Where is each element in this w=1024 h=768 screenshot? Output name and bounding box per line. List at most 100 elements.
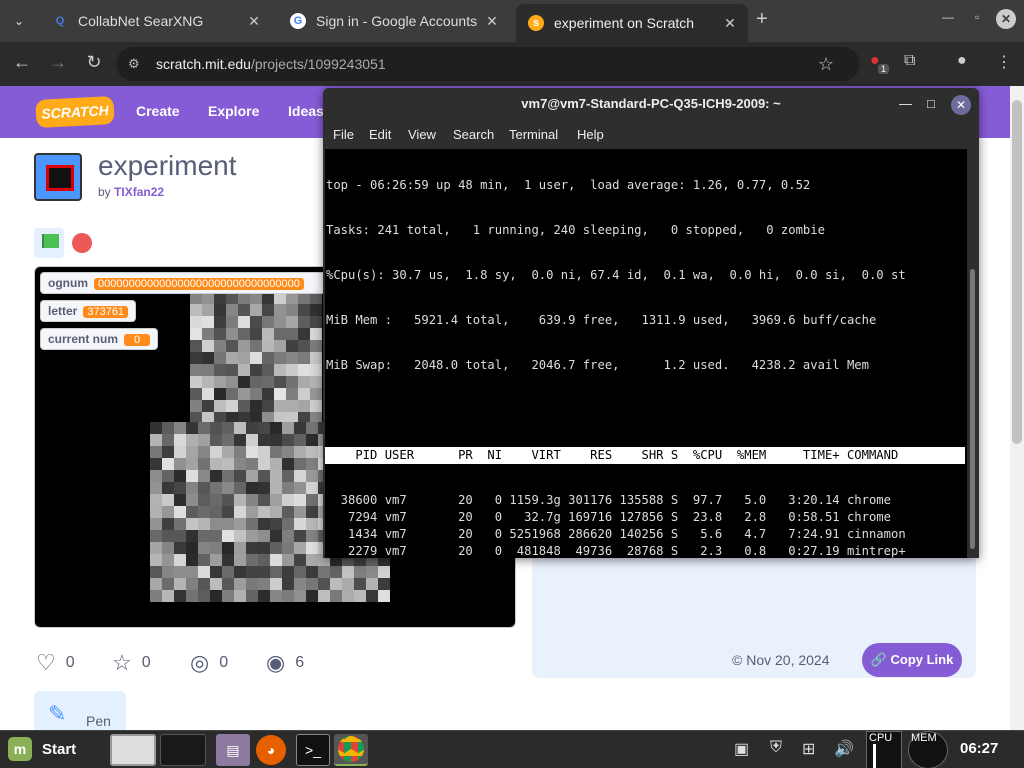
terminal-minimize-icon[interactable]: — <box>899 96 912 111</box>
close-icon[interactable]: ✕ <box>720 15 740 32</box>
volume-icon[interactable]: 🔊 <box>834 739 854 759</box>
stage-pixel <box>274 376 286 388</box>
file-manager-icon[interactable]: ▤ <box>216 734 250 766</box>
menu-help[interactable]: Help <box>577 127 604 142</box>
stage-pixel <box>262 400 274 412</box>
clock[interactable]: 06:27 <box>960 740 998 757</box>
stage-pixel <box>286 376 298 388</box>
stage-pixel <box>366 566 378 578</box>
monitor-value: 000000000000000000000000000000000 <box>94 278 304 290</box>
firefox-icon[interactable]: ◕ <box>256 735 286 765</box>
stop-button[interactable] <box>72 233 92 253</box>
monitor-label: letter <box>48 304 78 318</box>
tab-search-button[interactable]: ⌄ <box>6 8 32 34</box>
menu-view[interactable]: View <box>408 127 436 142</box>
stage-pixel <box>298 340 310 352</box>
back-button[interactable]: ← <box>10 52 34 73</box>
tab-title: Sign in - Google Accounts <box>316 13 478 29</box>
address-bar[interactable]: ⚙ scratch.mit.edu/projects/1099243051 ☆ <box>116 47 860 81</box>
tab-searxng[interactable]: Q CollabNet SearXNG ✕ <box>40 6 272 36</box>
stage-pixel <box>282 530 294 542</box>
stage-pixel <box>342 590 354 602</box>
stage-pixel <box>354 590 366 602</box>
stage-pixel <box>186 590 198 602</box>
variable-monitor-ognum: ognum 000000000000000000000000000000000 <box>40 272 330 294</box>
stage-pixel <box>354 578 366 590</box>
workspace-1[interactable] <box>110 734 156 766</box>
menu-search[interactable]: Search <box>453 127 494 142</box>
copy-link-button[interactable]: 🔗 Copy Link <box>862 643 962 677</box>
terminal-window[interactable]: vm7@vm7-Standard-PC-Q35-ICH9-2009: ~ — □… <box>323 88 979 558</box>
nav-create[interactable]: Create <box>136 103 180 119</box>
menu-terminal[interactable]: Terminal <box>509 127 558 142</box>
close-icon[interactable]: ✕ <box>244 13 264 30</box>
stage-pixel <box>270 578 282 590</box>
author-link[interactable]: TIXfan22 <box>114 185 164 199</box>
stage-pixel <box>214 316 226 328</box>
stage-pixel <box>186 578 198 590</box>
menu-edit[interactable]: Edit <box>369 127 391 142</box>
site-settings-icon[interactable]: ⚙ <box>128 47 140 81</box>
process-table-header: PID USER PR NI VIRT RES SHR S %CPU %MEM … <box>325 447 965 464</box>
stage-pixel <box>246 458 258 470</box>
stage-pixel <box>258 482 270 494</box>
stage-pixel <box>222 578 234 590</box>
stage-pixel <box>210 470 222 482</box>
menu-kebab-icon[interactable]: ⋮ <box>996 52 1012 72</box>
shield-icon[interactable]: ⛨ <box>770 739 782 757</box>
clipboard-icon[interactable]: ▣ <box>734 739 749 759</box>
terminal-maximize-icon[interactable]: □ <box>927 96 935 111</box>
nav-ideas[interactable]: Ideas <box>288 103 324 119</box>
stage-pixel <box>210 458 222 470</box>
terminal-close-button[interactable]: ✕ <box>951 95 971 115</box>
close-window-button[interactable]: ✕ <box>996 9 1016 29</box>
page-scrollbar[interactable] <box>1010 86 1024 730</box>
heart-icon: ♡ <box>36 650 56 675</box>
profile-icon[interactable]: ● <box>957 52 967 70</box>
stage-pixel <box>318 590 330 602</box>
menu-file[interactable]: File <box>333 127 354 142</box>
close-icon[interactable]: ✕ <box>482 13 502 30</box>
start-menu-button[interactable]: m Start <box>8 737 76 761</box>
process-row: 2279 vm7 20 0 481848 49736 28768 S 2.3 0… <box>326 544 906 558</box>
stage-pixel <box>226 376 238 388</box>
stage-pixel <box>294 554 306 566</box>
stage-pixel <box>150 530 162 542</box>
stage-pixel <box>270 434 282 446</box>
favorite-stat[interactable]: ☆ 0 <box>112 650 151 676</box>
scratch-logo[interactable]: SCRATCH <box>35 95 115 129</box>
stage-pixel <box>246 506 258 518</box>
workspace-2[interactable] <box>160 734 206 766</box>
forward-button[interactable]: → <box>46 52 70 73</box>
terminal-taskbar-icon[interactable]: >_ <box>296 734 330 766</box>
stage-pixel <box>162 506 174 518</box>
nav-explore[interactable]: Explore <box>208 103 259 119</box>
terminal-output[interactable]: top - 06:26:59 up 48 min, 1 user, load a… <box>325 149 967 558</box>
stage-pixel <box>286 328 298 340</box>
maximize-icon[interactable]: ▫ <box>975 10 979 24</box>
stage-pixel <box>198 566 210 578</box>
stage-pixel <box>282 446 294 458</box>
chrome-taskbar-icon[interactable] <box>334 734 368 766</box>
network-icon[interactable]: ⊞ <box>802 739 815 759</box>
stage-pixel <box>198 470 210 482</box>
tab-google[interactable]: G Sign in - Google Accounts ✕ <box>278 6 510 36</box>
love-stat[interactable]: ♡ 0 <box>36 650 75 676</box>
minimize-icon[interactable]: — <box>942 10 954 24</box>
stage-pixel <box>174 530 186 542</box>
stage-pixel <box>270 482 282 494</box>
stage-pixel <box>210 446 222 458</box>
green-flag-button[interactable] <box>34 228 64 258</box>
new-tab-button[interactable]: + <box>756 8 768 31</box>
bookmark-star-icon[interactable]: ☆ <box>818 47 834 81</box>
scrollbar-thumb[interactable] <box>1012 100 1022 444</box>
tab-scratch[interactable]: s experiment on Scratch ✕ <box>516 4 748 42</box>
reload-button[interactable]: ↻ <box>82 52 106 73</box>
stage-pixel <box>258 590 270 602</box>
stage-pixel <box>286 304 298 316</box>
extensions-puzzle-icon[interactable]: ⧉ <box>904 52 915 70</box>
terminal-scrollbar[interactable] <box>968 149 977 558</box>
terminal-scrollbar-thumb[interactable] <box>970 269 975 549</box>
stage-pixel <box>198 518 210 530</box>
terminal-title: vm7@vm7-Standard-PC-Q35-ICH9-2009: ~ <box>323 88 979 122</box>
